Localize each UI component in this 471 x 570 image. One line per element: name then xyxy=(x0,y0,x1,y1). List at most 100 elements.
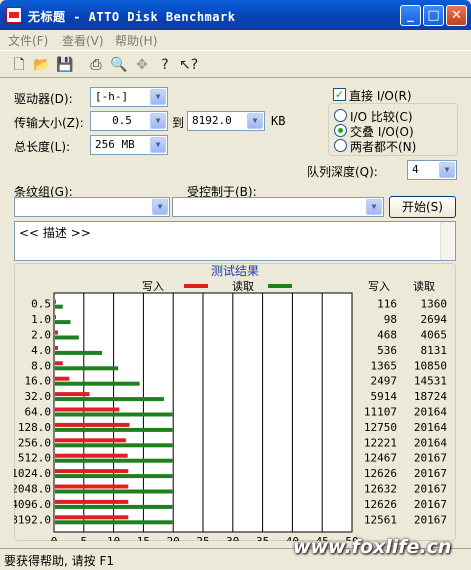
radio-io-compare[interactable] xyxy=(334,109,347,122)
length-select[interactable]: 256 MB ▼ xyxy=(90,135,168,155)
x-tick-label: 10 xyxy=(107,535,120,541)
table-cell-write: 12561 xyxy=(364,513,397,526)
table-cell-write: 12221 xyxy=(364,436,397,449)
radio-neither-label: 两者都不(N) xyxy=(350,140,417,154)
table-cell-read: 10850 xyxy=(414,359,447,372)
bar-write xyxy=(55,376,70,381)
minimize-button[interactable]: _ xyxy=(400,5,421,26)
controlled-by-select[interactable]: ▼ xyxy=(172,197,384,217)
y-tick-label: 8192.0 xyxy=(14,513,51,526)
table-header-write: 写入 xyxy=(368,280,390,293)
bar-write xyxy=(55,422,130,427)
open-icon[interactable]: 📂 xyxy=(33,56,51,74)
drive-label: 驱动器(D): xyxy=(14,92,73,106)
y-tick-label: 8.0 xyxy=(31,359,51,372)
table-cell-read: 4065 xyxy=(421,329,448,342)
bar-write xyxy=(55,484,129,489)
table-cell-write: 98 xyxy=(384,313,397,326)
radio-neither[interactable] xyxy=(334,139,347,152)
bar-write xyxy=(55,499,129,504)
table-cell-write: 12626 xyxy=(364,467,397,480)
x-tick-label: 35 xyxy=(256,535,269,541)
menu-view[interactable]: 查看(V) xyxy=(62,32,104,49)
bar-read xyxy=(55,366,119,371)
radio-overlap-io[interactable] xyxy=(334,124,347,137)
table-cell-read: 20167 xyxy=(414,452,447,465)
maximize-button[interactable]: □ xyxy=(423,5,444,26)
bar-read xyxy=(55,474,173,479)
chevron-down-icon: ▼ xyxy=(150,137,166,153)
total-length-label: 总长度(L): xyxy=(14,140,71,154)
table-cell-write: 12632 xyxy=(364,483,397,496)
direct-io-checkbox[interactable]: ✓ xyxy=(333,88,346,101)
queue-depth-select[interactable]: 4 ▼ xyxy=(407,160,457,180)
bar-write xyxy=(55,438,126,443)
table-cell-read: 2694 xyxy=(421,313,448,326)
table-cell-read: 20164 xyxy=(414,436,447,449)
table-cell-write: 12626 xyxy=(364,498,397,511)
legend-label-read: 读取 xyxy=(232,279,254,293)
table-cell-read: 8131 xyxy=(421,344,448,357)
bar-read xyxy=(55,458,173,463)
bar-write xyxy=(55,361,63,366)
bar-read xyxy=(55,350,103,355)
y-tick-label: 4096.0 xyxy=(14,498,51,511)
new-icon[interactable]: 🗋 xyxy=(10,56,28,74)
drive-select[interactable]: [-h-] ▼ xyxy=(90,87,168,107)
description-scrollbar[interactable] xyxy=(440,222,455,260)
stripe-group-select[interactable]: ▼ xyxy=(14,197,170,217)
to-label: 到 xyxy=(172,116,185,130)
x-tick-label: 25 xyxy=(196,535,209,541)
table-cell-read: 20167 xyxy=(414,483,447,496)
kb-label: KB xyxy=(271,114,286,128)
legend-swatch-read xyxy=(268,284,292,288)
table-cell-write: 2497 xyxy=(371,375,398,388)
chevron-down-icon: ▼ xyxy=(366,199,382,215)
menu-file[interactable]: 文件(F) xyxy=(8,32,48,49)
queue-depth-label: 队列深度(Q): xyxy=(307,165,378,179)
chevron-down-icon: ▼ xyxy=(439,162,455,178)
print-preview-icon[interactable]: 🔍 xyxy=(110,56,128,74)
table-cell-read: 20164 xyxy=(414,421,447,434)
description-field[interactable]: << 描述 >> xyxy=(14,221,456,261)
app-icon xyxy=(6,7,22,23)
table-cell-write: 12750 xyxy=(364,421,397,434)
start-button[interactable]: 开始(S) xyxy=(389,196,456,218)
bar-write xyxy=(55,330,58,335)
print-icon[interactable]: ⎙ xyxy=(87,56,105,74)
table-cell-read: 20167 xyxy=(414,467,447,480)
chevron-down-icon: ▼ xyxy=(150,89,166,105)
close-button[interactable]: ✕ xyxy=(446,5,467,26)
toolbar: 🗋 📂 💾 ⎙ 🔍 ✥ ? ↖? xyxy=(0,50,471,78)
transfer-from-select[interactable]: 0.5 ▼ xyxy=(90,111,168,131)
y-tick-label: 2048.0 xyxy=(14,483,51,496)
bar-read xyxy=(55,504,173,509)
bar-read xyxy=(55,304,63,309)
chevron-down-icon: ▼ xyxy=(247,113,263,129)
y-tick-label: 0.5 xyxy=(31,298,51,311)
y-tick-label: 64.0 xyxy=(25,406,52,419)
transfer-to-select[interactable]: 8192.0 ▼ xyxy=(187,111,265,131)
y-tick-label: 2.0 xyxy=(31,329,51,342)
x-tick-label: 15 xyxy=(137,535,150,541)
bar-write xyxy=(55,515,129,520)
bar-write xyxy=(55,469,129,474)
bar-read xyxy=(55,520,173,525)
table-cell-write: 116 xyxy=(377,298,397,311)
table-header-read: 读取 xyxy=(413,279,435,293)
table-cell-read: 20167 xyxy=(414,513,447,526)
context-help-icon[interactable]: ↖? xyxy=(179,56,198,74)
table-cell-write: 1365 xyxy=(371,359,398,372)
help-icon[interactable]: ? xyxy=(156,56,174,74)
table-cell-read: 1360 xyxy=(421,298,448,311)
window-title: 无标题 - ATTO Disk Benchmark xyxy=(28,10,236,24)
bar-write xyxy=(55,453,128,458)
y-tick-label: 256.0 xyxy=(18,436,51,449)
table-cell-write: 11107 xyxy=(364,406,397,419)
transfer-size-label: 传输大小(Z): xyxy=(14,116,84,130)
move-icon[interactable]: ✥ xyxy=(133,56,151,74)
menu-bar: 文件(F) 查看(V) 帮助(H) xyxy=(0,30,471,49)
menu-help[interactable]: 帮助(H) xyxy=(115,32,157,49)
save-icon[interactable]: 💾 xyxy=(56,56,74,74)
legend-swatch-write xyxy=(184,284,208,288)
